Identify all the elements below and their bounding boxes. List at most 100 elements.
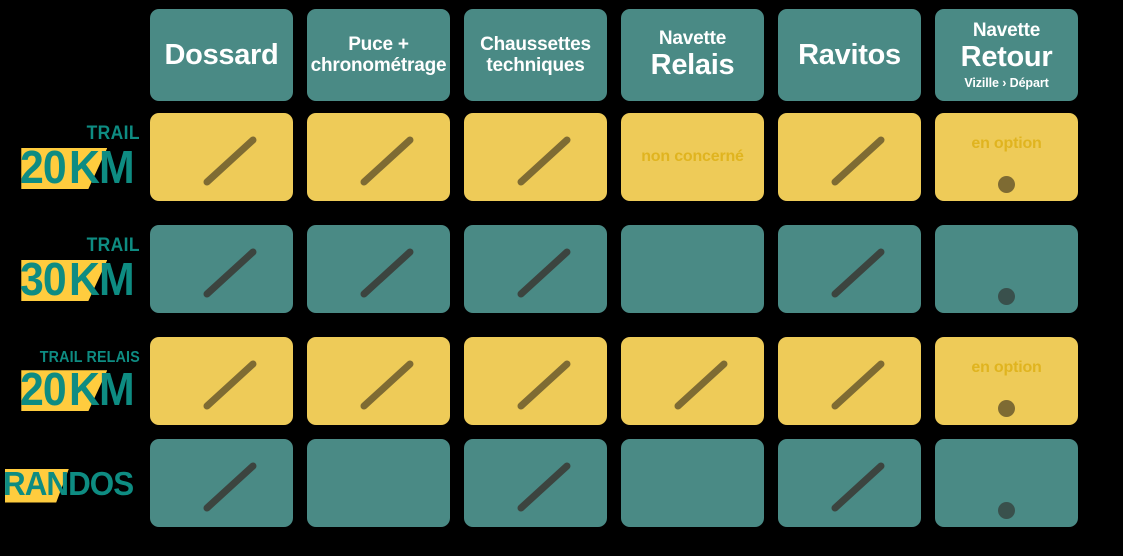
row-label-main: 20KM [20,144,140,190]
check-icon [831,248,885,298]
header-title-line2: Relais [650,49,735,82]
row-label-randos: RANDOS [0,436,140,530]
header-ravitos: Ravitos [778,9,921,101]
cell-trail-relais-20km-puce [307,336,450,425]
cell-trail-30km-navette-retour [935,225,1078,313]
cell-trail-relais-20km-navette-relais [621,336,764,425]
row-label-column: TRAIL 20KM TRAIL 30KM TRAIL RELAIS 20KM [0,101,150,546]
option-dot-icon [998,176,1015,193]
matrix-grid: Dossard Puce + chronométrage Chaussettes… [150,9,1078,547]
check-icon [831,136,885,186]
header-navette-relais: Navette Relais [621,9,764,101]
cell-trail-relais-20km-dossard [150,336,293,425]
cell-trail-relais-20km-chaussettes [464,336,607,425]
option-dot-icon [998,399,1015,417]
header-title-line2: chronométrage [310,55,447,76]
cell-wrap: en option [935,101,1078,213]
row-label-trail-relais-20km: TRAIL RELAIS 20KM [0,325,140,437]
cell-randos-ravitos [778,439,921,527]
cell-randos-chaussettes [464,439,607,527]
cell-wrap [778,213,921,325]
header-puce: Puce + chronométrage [307,9,450,101]
check-icon [360,360,414,409]
cell-wrap [935,436,1078,530]
row-label-main: 30KM [20,256,140,302]
header-title: Navette [972,19,1041,41]
cell-wrap [621,325,764,436]
header-navette-retour: Navette Retour Vizille › Départ [935,9,1078,101]
check-icon [360,136,414,186]
header-dossard: Dossard [150,9,293,101]
check-icon [831,462,885,512]
header-title: Dossard [164,38,279,71]
check-icon [203,248,257,298]
row-label-unit: KM [69,253,135,305]
cell-note: non concerné [641,148,744,165]
check-icon [517,248,571,298]
cell-randos-navette-retour [935,439,1078,527]
cell-trail-30km-dossard [150,225,293,313]
cell-wrap [464,436,607,530]
row-label-number: 20 [20,363,67,416]
row-label-main: 20KM [20,366,140,412]
check-icon [517,136,571,186]
cell-wrap [778,101,921,213]
header-title-line2: Retour [960,40,1053,73]
cell-trail-20km-puce [307,113,450,201]
cell-wrap [307,325,450,436]
cell-wrap [307,101,450,213]
check-icon [674,360,728,409]
row-label-trail-30km: TRAIL 30KM [0,213,140,325]
cell-trail-20km-navette-retour: en option [935,113,1078,201]
header-title-line2: techniques [486,55,585,76]
check-icon [360,248,414,298]
check-icon [831,360,885,409]
row-label-main: RANDOS [2,464,140,503]
cell-wrap [150,101,293,213]
check-icon [203,360,257,409]
cell-note: en option [971,135,1042,152]
cell-trail-20km-navette-relais: non concerné [621,113,764,201]
services-matrix: TRAIL 20KM TRAIL 30KM TRAIL RELAIS 20KM [0,0,1123,556]
row-label-unit: KM [69,363,135,416]
cell-randos-puce [307,439,450,527]
header-title: Puce + [348,33,409,55]
cell-wrap [150,325,293,436]
cell-wrap [464,325,607,436]
check-icon [517,462,571,512]
cell-wrap [621,213,764,325]
cell-trail-30km-ravitos [778,225,921,313]
cell-trail-30km-chaussettes [464,225,607,313]
cell-wrap [464,101,607,213]
cell-trail-30km-navette-relais [621,225,764,313]
header-title: Navette [658,28,727,50]
cell-trail-relais-20km-navette-retour: en option [935,336,1078,425]
option-dot-icon [998,288,1015,305]
cell-wrap [621,436,764,530]
cell-wrap [935,213,1078,325]
cell-wrap [778,436,921,530]
header-chaussettes: Chaussettes techniques [464,9,607,101]
cell-trail-20km-dossard [150,113,293,201]
header-title: Chaussettes [480,33,591,55]
cell-wrap [307,436,450,530]
cell-randos-navette-relais [621,439,764,527]
row-label-trail-20km: TRAIL 20KM [0,101,140,213]
check-icon [203,136,257,186]
row-label-unit: KM [69,141,135,193]
option-dot-icon [998,502,1015,519]
header-title: Ravitos [798,38,901,71]
cell-wrap [150,436,293,530]
header-subtitle: Vizille › Départ [964,76,1049,91]
row-label-number: 30 [20,253,67,305]
row-label-number: 20 [20,141,67,193]
cell-wrap: non concerné [621,101,764,213]
row-label-number: RANDOS [2,464,134,502]
cell-wrap: en option [935,325,1078,436]
check-icon [203,462,257,512]
cell-trail-relais-20km-ravitos [778,336,921,425]
cell-wrap [307,213,450,325]
cell-trail-30km-puce [307,225,450,313]
cell-trail-20km-ravitos [778,113,921,201]
cell-randos-dossard [150,439,293,527]
